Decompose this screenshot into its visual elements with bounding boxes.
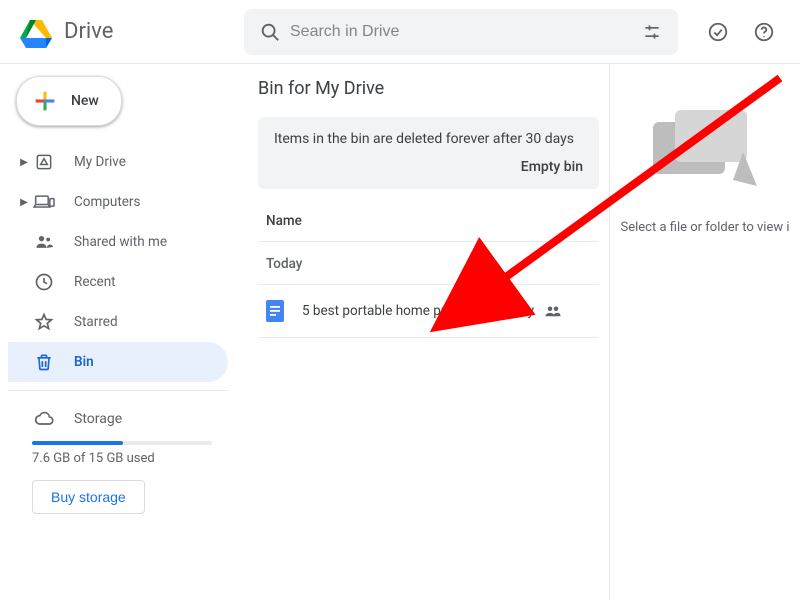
- sidebar: New ▶ My Drive ▶ Computers Shared with m…: [0, 64, 240, 600]
- file-pane: Bin for My Drive Items in the bin are de…: [240, 64, 610, 600]
- offline-ready-icon[interactable]: [698, 12, 738, 52]
- buy-storage-button[interactable]: Buy storage: [32, 480, 145, 514]
- shared-badge-icon: [544, 304, 562, 318]
- search-icon[interactable]: [250, 12, 290, 52]
- sidebar-item-shared[interactable]: Shared with me: [8, 222, 228, 262]
- search-bar[interactable]: [244, 9, 678, 55]
- recent-icon: [32, 270, 56, 294]
- search-options-icon[interactable]: [632, 12, 672, 52]
- column-header-name[interactable]: Name: [258, 209, 599, 242]
- sidebar-item-mydrive[interactable]: ▶ My Drive: [8, 142, 228, 182]
- sidebar-item-label: Bin: [74, 354, 94, 370]
- details-pane: Select a file or folder to view i: [610, 64, 800, 600]
- sidebar-item-storage[interactable]: Storage: [8, 399, 228, 439]
- topbar: Drive: [0, 0, 800, 64]
- sidebar-item-label: Recent: [74, 274, 116, 290]
- banner-text: Items in the bin are deleted forever aft…: [274, 131, 583, 147]
- group-header-today: Today: [258, 242, 599, 285]
- mydrive-icon: [32, 150, 56, 174]
- storage-text: 7.6 GB of 15 GB used: [8, 451, 228, 466]
- cloud-icon: [32, 407, 56, 431]
- sidebar-item-computers[interactable]: ▶ Computers: [8, 182, 228, 222]
- search-input[interactable]: [290, 23, 632, 41]
- expand-icon[interactable]: ▶: [16, 197, 32, 208]
- new-button-label: New: [71, 93, 99, 109]
- info-banner: Items in the bin are deleted forever aft…: [258, 117, 599, 189]
- new-button[interactable]: New: [16, 76, 122, 126]
- empty-bin-button[interactable]: Empty bin: [521, 159, 583, 175]
- sidebar-item-label: Shared with me: [74, 234, 167, 250]
- page-title: Bin for My Drive: [258, 78, 599, 99]
- sidebar-item-recent[interactable]: Recent: [8, 262, 228, 302]
- file-name: 5 best portable home projectors to buy: [302, 303, 534, 319]
- topbar-right: [678, 12, 784, 52]
- plus-icon: [31, 87, 59, 115]
- main: Bin for My Drive Items in the bin are de…: [240, 64, 800, 600]
- sidebar-item-label: My Drive: [74, 154, 126, 170]
- sidebar-item-label: Starred: [74, 314, 118, 330]
- details-hint: Select a file or folder to view i: [621, 220, 790, 235]
- shared-icon: [32, 230, 56, 254]
- storage-label: Storage: [74, 411, 122, 427]
- brand[interactable]: Drive: [16, 12, 244, 52]
- docs-icon: [266, 299, 286, 323]
- brand-name: Drive: [64, 19, 113, 44]
- sidebar-item-starred[interactable]: Starred: [8, 302, 228, 342]
- storage-bar: [32, 441, 212, 445]
- storage-fill: [32, 441, 123, 445]
- star-icon: [32, 310, 56, 334]
- divider: [8, 390, 228, 391]
- layout: New ▶ My Drive ▶ Computers Shared with m…: [0, 64, 800, 600]
- details-placeholder-icon: [645, 104, 765, 194]
- sidebar-item-bin[interactable]: Bin: [8, 342, 228, 382]
- expand-icon[interactable]: ▶: [16, 157, 32, 168]
- drive-logo-icon: [16, 12, 56, 52]
- bin-icon: [32, 350, 56, 374]
- sidebar-item-label: Computers: [74, 194, 140, 210]
- file-row[interactable]: 5 best portable home projectors to buy: [258, 285, 599, 338]
- computers-icon: [32, 190, 56, 214]
- help-icon[interactable]: [744, 12, 784, 52]
